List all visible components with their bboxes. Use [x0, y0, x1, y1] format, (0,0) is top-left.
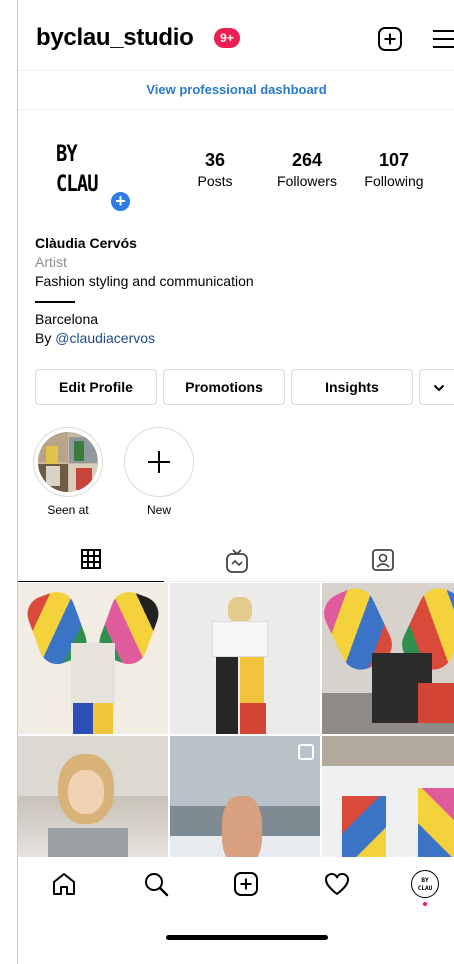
post-thumbnail[interactable] [322, 583, 454, 734]
nav-avatar-line2: CLAU [417, 885, 433, 892]
followers-count: 264 [291, 150, 323, 170]
bio-line: Fashion styling and communication [35, 273, 254, 289]
plus-square-icon[interactable] [377, 26, 403, 52]
highlight-seen-at[interactable]: Seen at [32, 427, 104, 517]
bio-credit-prefix: By [35, 330, 56, 346]
plus-icon [148, 451, 170, 473]
chevron-down-icon [433, 384, 445, 392]
edit-profile-button[interactable]: Edit Profile [35, 369, 157, 405]
heart-icon[interactable] [323, 870, 351, 898]
new-highlight-ring [124, 427, 194, 497]
bio-credit: By @claudiacervos [35, 329, 445, 348]
posts-stat[interactable]: 36 Posts [185, 150, 245, 189]
highlight-collage-image [38, 432, 98, 492]
home-indicator [166, 935, 328, 940]
igtv-icon [226, 549, 248, 573]
grid-icon [81, 549, 101, 569]
promotions-button[interactable]: Promotions [163, 369, 285, 405]
tab-tagged[interactable] [310, 540, 454, 582]
tab-igtv[interactable] [164, 540, 310, 582]
profile-name: Clàudia Cervós [35, 235, 137, 251]
profile-bio: Clàudia Cervós Artist Fashion styling an… [35, 234, 445, 348]
followers-stat[interactable]: 264 Followers [267, 150, 347, 189]
following-stat[interactable]: 107 Following [356, 150, 432, 189]
nav-avatar-line1: BY [421, 877, 429, 884]
top-bar: byclau_studio 9+ [18, 18, 454, 62]
activity-dot [423, 902, 427, 906]
post-thumbnail[interactable] [322, 736, 454, 857]
highlight-cover [33, 427, 103, 497]
hamburger-menu-icon[interactable] [432, 28, 454, 50]
profile-category: Artist [35, 254, 67, 270]
tab-posts-grid[interactable] [18, 540, 164, 582]
account-username-switcher[interactable]: byclau_studio [36, 24, 194, 52]
plus-circle-icon[interactable]: + [109, 190, 132, 213]
bio-location: Barcelona [35, 311, 99, 327]
highlight-label: Seen at [47, 503, 89, 517]
bottom-navigation: BY CLAU [18, 858, 454, 914]
post-thumbnail[interactable] [18, 583, 168, 734]
posts-grid [18, 583, 454, 857]
following-count: 107 [378, 150, 410, 170]
more-options-button[interactable] [419, 369, 454, 405]
insights-button[interactable]: Insights [291, 369, 413, 405]
bio-divider [35, 301, 75, 303]
highlight-label: New [146, 503, 171, 517]
search-icon[interactable] [142, 870, 170, 898]
profile-content-tabs [18, 540, 454, 582]
avatar-text-line1: BY [56, 142, 78, 167]
followers-label: Followers [277, 173, 337, 189]
highlight-new[interactable]: New [123, 427, 195, 517]
profile-avatar-icon[interactable]: BY CLAU [411, 870, 439, 898]
following-label: Following [364, 173, 424, 189]
profile-screen: byclau_studio 9+ View professional dashb… [17, 0, 454, 964]
posts-label: Posts [197, 173, 233, 189]
home-icon[interactable] [50, 870, 78, 898]
professional-dashboard-link[interactable]: View professional dashboard [18, 70, 454, 110]
notification-badge[interactable]: 9+ [214, 28, 240, 48]
post-thumbnail[interactable] [170, 583, 320, 734]
new-post-icon[interactable] [232, 870, 260, 898]
posts-count: 36 [204, 150, 226, 170]
post-thumbnail[interactable] [170, 736, 320, 857]
bio-mention-link[interactable]: @claudiacervos [55, 330, 155, 346]
post-thumbnail[interactable] [18, 736, 168, 857]
tagged-icon [372, 549, 394, 571]
